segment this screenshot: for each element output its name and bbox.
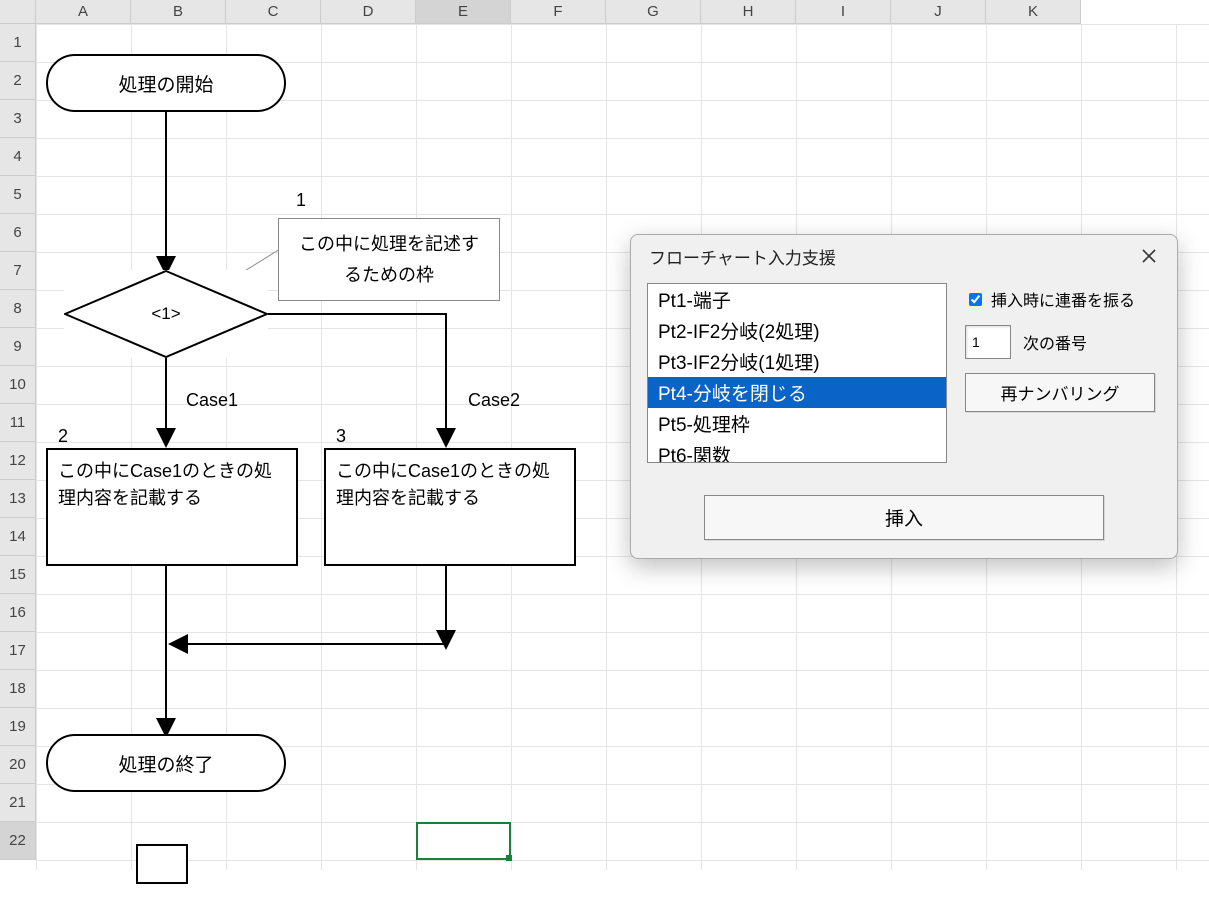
decision-label: <1> bbox=[64, 270, 268, 358]
column-header[interactable]: E bbox=[416, 0, 511, 24]
case1-process[interactable]: この中にCase1のときの処理内容を記載する bbox=[46, 448, 298, 566]
note-text: この中に処理を記述するための枠 bbox=[299, 234, 479, 285]
row-header[interactable]: 14 bbox=[0, 518, 36, 556]
case2-process[interactable]: この中にCase1のときの処理内容を記載する bbox=[324, 448, 576, 566]
note-box[interactable]: この中に処理を記述するための枠 bbox=[278, 218, 500, 301]
end-label: 処理の終了 bbox=[118, 750, 213, 777]
column-header[interactable]: B bbox=[131, 0, 226, 24]
start-label: 処理の開始 bbox=[118, 70, 213, 97]
dialog-title: フローチャート入力支援 bbox=[649, 244, 836, 269]
row-header[interactable]: 3 bbox=[0, 100, 36, 138]
case2-label: Case2 bbox=[468, 390, 520, 411]
next-number-label: 次の番号 bbox=[1023, 330, 1087, 354]
row-header[interactable]: 18 bbox=[0, 670, 36, 708]
row-header[interactable]: 17 bbox=[0, 632, 36, 670]
select-all-corner[interactable] bbox=[0, 0, 36, 24]
listbox-option[interactable]: Pt5-処理枠 bbox=[648, 408, 946, 439]
decision-diamond[interactable]: <1> bbox=[64, 270, 268, 358]
auto-number-checkbox[interactable]: 挿入時に連番を振る bbox=[965, 287, 1155, 311]
listbox-option[interactable]: Pt2-IF2分岐(2処理) bbox=[648, 315, 946, 346]
column-header[interactable]: J bbox=[891, 0, 986, 24]
next-number-input[interactable] bbox=[965, 325, 1011, 359]
renumber-button[interactable]: 再ナンバリング bbox=[965, 373, 1155, 412]
listbox-option[interactable]: Pt3-IF2分岐(1処理) bbox=[648, 346, 946, 377]
row-header[interactable]: 4 bbox=[0, 138, 36, 176]
end-terminal[interactable]: 処理の終了 bbox=[46, 734, 286, 792]
row-header[interactable]: 9 bbox=[0, 328, 36, 366]
case1-label: Case1 bbox=[186, 390, 238, 411]
selected-cell[interactable] bbox=[416, 822, 511, 860]
case2-number: 3 bbox=[336, 426, 346, 447]
case1-text: この中にCase1のときの処理内容を記載する bbox=[58, 461, 272, 508]
row-header[interactable]: 13 bbox=[0, 480, 36, 518]
row-header[interactable]: 19 bbox=[0, 708, 36, 746]
dialog-titlebar[interactable]: フローチャート入力支援 bbox=[631, 235, 1177, 277]
row-header[interactable]: 11 bbox=[0, 404, 36, 442]
note-number: 1 bbox=[296, 190, 306, 211]
row-header[interactable]: 6 bbox=[0, 214, 36, 252]
row-header[interactable]: 10 bbox=[0, 366, 36, 404]
case1-number: 2 bbox=[58, 426, 68, 447]
row-header[interactable]: 20 bbox=[0, 746, 36, 784]
close-icon bbox=[1142, 249, 1156, 263]
column-header[interactable]: H bbox=[701, 0, 796, 24]
column-header[interactable]: A bbox=[36, 0, 131, 24]
column-header[interactable]: G bbox=[606, 0, 701, 24]
insert-label: 挿入 bbox=[885, 509, 923, 530]
fill-handle[interactable] bbox=[506, 855, 512, 861]
close-button[interactable] bbox=[1133, 243, 1165, 269]
column-headers: ABCDEFGHIJK bbox=[0, 0, 1209, 24]
row-header[interactable]: 15 bbox=[0, 556, 36, 594]
row-header[interactable]: 22 bbox=[0, 822, 36, 860]
column-header[interactable]: I bbox=[796, 0, 891, 24]
row-header[interactable]: 5 bbox=[0, 176, 36, 214]
start-terminal[interactable]: 処理の開始 bbox=[46, 54, 286, 112]
row-header[interactable]: 2 bbox=[0, 62, 36, 100]
insert-button[interactable]: 挿入 bbox=[704, 495, 1104, 540]
checkbox-input[interactable] bbox=[969, 293, 982, 306]
pattern-listbox[interactable]: Pt1-端子Pt2-IF2分岐(2処理)Pt3-IF2分岐(1処理)Pt4-分岐… bbox=[647, 283, 947, 463]
checkbox-label: 挿入時に連番を振る bbox=[991, 287, 1135, 311]
row-header[interactable]: 16 bbox=[0, 594, 36, 632]
column-header[interactable]: D bbox=[321, 0, 416, 24]
row-headers: 12345678910111213141516171819202122 bbox=[0, 24, 36, 870]
column-header[interactable]: C bbox=[226, 0, 321, 24]
flowchart-helper-dialog: フローチャート入力支援 Pt1-端子Pt2-IF2分岐(2処理)Pt3-IF2分… bbox=[630, 234, 1178, 559]
row-header[interactable]: 12 bbox=[0, 442, 36, 480]
column-header[interactable]: F bbox=[511, 0, 606, 24]
listbox-option[interactable]: Pt6-関数 bbox=[648, 439, 946, 463]
row-header[interactable]: 1 bbox=[0, 24, 36, 62]
row-header[interactable]: 7 bbox=[0, 252, 36, 290]
renumber-label: 再ナンバリング bbox=[1001, 385, 1120, 404]
row-header[interactable]: 21 bbox=[0, 784, 36, 822]
listbox-option[interactable]: Pt4-分岐を閉じる bbox=[648, 377, 946, 408]
row-header[interactable]: 8 bbox=[0, 290, 36, 328]
listbox-option[interactable]: Pt1-端子 bbox=[648, 284, 946, 315]
partial-shape[interactable] bbox=[136, 844, 188, 884]
case2-text: この中にCase1のときの処理内容を記載する bbox=[336, 461, 550, 508]
column-header[interactable]: K bbox=[986, 0, 1081, 24]
